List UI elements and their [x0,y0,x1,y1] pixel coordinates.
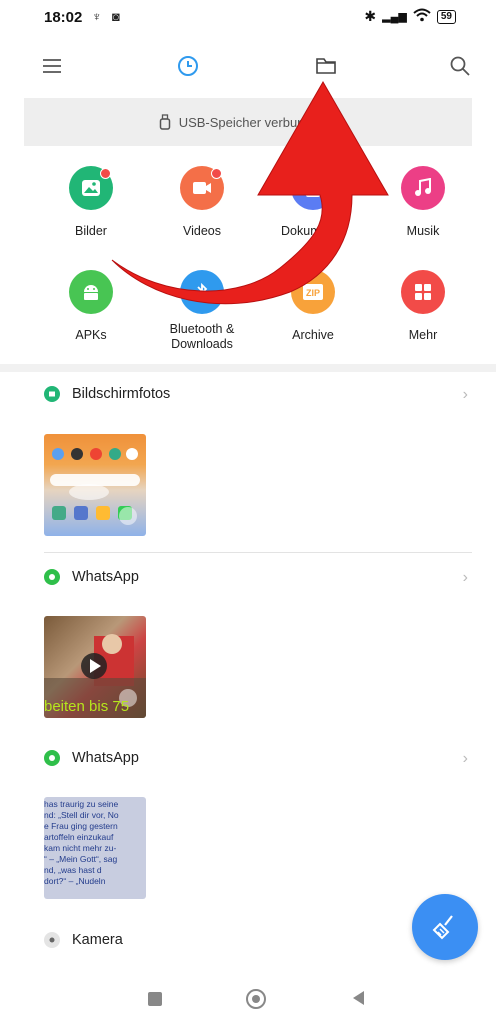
svg-text:ZIP: ZIP [306,288,320,298]
chevron-right-icon[interactable]: › [463,386,468,404]
section-header-whatsapp-2[interactable]: WhatsApp [44,750,139,766]
category-apks[interactable]: APKs [36,270,146,343]
notification-dot [100,168,111,179]
text-line: e Frau ging gestern [44,821,118,831]
usb-banner-text: USB-Speicher verbunden > [178,114,338,130]
zip-icon: ZIP [291,270,335,314]
text-line: has traurig zu seine [44,799,119,809]
signal-icon: ▂▄▆ [382,11,407,23]
bluetooth-icon [180,270,224,314]
section-title: Bildschirmfotos [72,386,171,402]
bluetooth-status-icon: ✱ [364,8,377,24]
category-bilder[interactable]: Bilder [36,166,146,239]
battery-indicator: 59 [436,9,456,24]
category-dokumente[interactable]: Dokumente [258,166,368,239]
recent-clock-icon[interactable] [174,52,202,80]
text-line: dort?“ – „Nudeln [44,876,106,886]
home-button[interactable] [246,989,266,1009]
usb-banner[interactable]: USB-Speicher verbunden > [24,98,472,146]
video-thumbnail[interactable]: beiten bis 75 [44,616,146,718]
category-bluetooth-downloads[interactable]: Bluetooth & Downloads [147,270,257,352]
status-bar: 18:02 ♆ ◙ ✱ ▂▄▆ 59 [0,0,496,36]
video-caption: beiten bis 75 [44,698,130,715]
section-header-screenshots[interactable]: Bildschirmfotos [44,386,170,402]
text-image-content: has traurig zu seine nd: „Stell dir vor,… [44,797,146,887]
section-title: WhatsApp [72,569,139,585]
screenshot-thumbnail[interactable] [44,434,146,536]
chevron-right-icon[interactable]: › [463,750,468,768]
recent-apps-button[interactable] [148,992,162,1006]
music-icon [401,166,445,210]
chevron-right-icon[interactable]: › [463,569,468,587]
folder-icon[interactable] [312,52,340,80]
section-header-camera[interactable]: Kamera [44,932,123,948]
back-button[interactable] [350,989,366,1012]
search-icon[interactable] [446,52,474,80]
android-icon [69,270,113,314]
clean-broom-button[interactable] [412,894,478,960]
category-label: Archive [292,328,334,342]
video-icon [180,166,224,210]
image-icon [69,166,113,210]
category-label: Bilder [75,224,107,238]
category-label: Videos [183,224,221,238]
whatsapp-icon [44,750,60,766]
category-videos[interactable]: Videos [147,166,257,239]
document-icon [291,166,335,210]
camera-status-icon: ◙ [112,9,120,24]
category-label: Dokumente [281,224,345,238]
text-image-thumbnail[interactable]: has traurig zu seine nd: „Stell dir vor,… [44,797,146,899]
usb-drive-icon [159,114,170,130]
text-line: “ – „Mein Gott“, sag [44,854,118,864]
category-label: Bluetooth & Downloads [169,322,235,351]
text-line: artoffeln einzukauf [44,832,114,842]
section-divider [0,364,496,372]
text-line: nd, „was hast d [44,865,102,875]
grid-icon [401,270,445,314]
category-musik[interactable]: Musik [368,166,478,239]
category-archive[interactable]: ZIP Archive [258,270,368,343]
broom-icon [432,915,453,940]
menu-icon[interactable] [38,52,66,80]
usb-icon: ♆ [92,9,102,24]
text-line: kam nicht mehr zu- [44,843,117,853]
notification-dot [211,168,222,179]
section-title: WhatsApp [72,750,139,766]
status-time: 18:02 [44,9,83,26]
category-label: Musik [406,224,440,238]
category-mehr[interactable]: Mehr [368,270,478,343]
category-label: Mehr [408,328,438,342]
screenshot-icon [44,386,60,402]
home-dot-icon [252,995,260,1003]
divider-line [44,552,472,553]
navigation-bar [0,975,496,1011]
status-icons: ✱ ▂▄▆ 59 [364,8,456,25]
text-line: nd: „Stell dir vor, No [44,810,119,820]
wifi-icon [413,8,431,25]
category-label: APKs [75,328,107,342]
camera-icon [44,932,60,948]
whatsapp-icon [44,569,60,585]
section-title: Kamera [72,932,123,948]
section-header-whatsapp[interactable]: WhatsApp [44,569,139,585]
